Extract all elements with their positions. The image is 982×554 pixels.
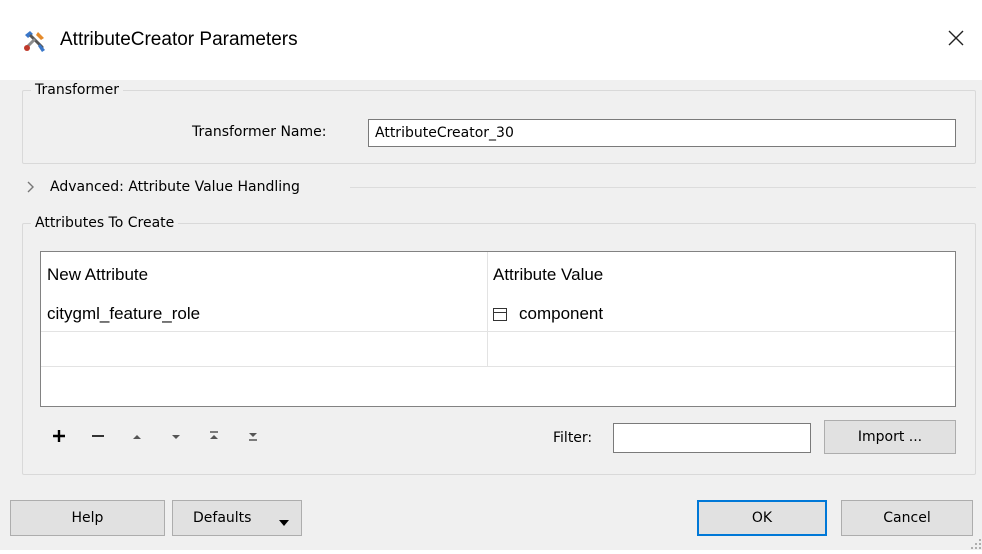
- filter-input[interactable]: [613, 423, 811, 453]
- transformer-name-label: Transformer Name:: [192, 124, 327, 140]
- cancel-button[interactable]: Cancel: [841, 500, 973, 536]
- move-down-button[interactable]: [165, 428, 187, 448]
- attributes-table: New Attribute Attribute Value citygml_fe…: [40, 251, 956, 407]
- remove-icon: [91, 429, 105, 447]
- add-icon: [52, 429, 66, 447]
- defaults-label: Defaults: [193, 510, 252, 526]
- transformer-group-legend: Transformer: [31, 82, 124, 98]
- table-cell-value-text: component: [519, 304, 604, 323]
- column-header-attribute-value[interactable]: Attribute Value: [487, 252, 955, 297]
- dropdown-arrow-icon: [279, 515, 289, 531]
- close-button[interactable]: [936, 22, 976, 58]
- advanced-label: Advanced: Attribute Value Handling: [50, 179, 300, 195]
- table-cell-attribute-empty[interactable]: [41, 332, 487, 366]
- move-top-button[interactable]: [203, 428, 225, 448]
- help-button[interactable]: Help: [10, 500, 165, 536]
- move-bottom-button[interactable]: [242, 428, 264, 448]
- window-title: AttributeCreator Parameters: [60, 29, 298, 50]
- column-divider: [487, 252, 488, 367]
- title-bar: AttributeCreator Parameters: [0, 0, 982, 80]
- move-up-button[interactable]: [126, 428, 148, 448]
- chevron-right-icon: [26, 181, 40, 193]
- dialog-body: Transformer Transformer Name: Advanced: …: [0, 80, 982, 550]
- add-row-button[interactable]: [48, 428, 70, 448]
- table-cell-value-empty[interactable]: [487, 332, 955, 366]
- attributes-group-legend: Attributes To Create: [31, 215, 179, 231]
- row-divider: [41, 366, 955, 367]
- column-header-new-attribute[interactable]: New Attribute: [41, 252, 487, 297]
- close-icon: [947, 29, 965, 51]
- move-down-icon: [170, 430, 182, 446]
- import-button[interactable]: Import ...: [824, 420, 956, 454]
- move-top-icon: [208, 430, 220, 446]
- transformer-name-input[interactable]: [368, 119, 956, 147]
- resize-grip-icon[interactable]: [970, 538, 982, 550]
- ok-button[interactable]: OK: [697, 500, 827, 536]
- advanced-attribute-value-handling[interactable]: Advanced: Attribute Value Handling: [26, 175, 300, 199]
- row-divider: [41, 331, 955, 332]
- table-cell-value[interactable]: component: [487, 297, 955, 331]
- table-cell-attribute[interactable]: citygml_feature_role: [41, 297, 487, 331]
- move-bottom-icon: [247, 430, 259, 446]
- fme-transformer-icon: [22, 28, 48, 54]
- move-up-icon: [131, 430, 143, 446]
- remove-row-button[interactable]: [87, 428, 109, 448]
- text-value-icon[interactable]: [493, 307, 507, 321]
- filter-label: Filter:: [553, 430, 593, 446]
- advanced-divider: [350, 187, 976, 188]
- defaults-button[interactable]: Defaults: [172, 500, 302, 536]
